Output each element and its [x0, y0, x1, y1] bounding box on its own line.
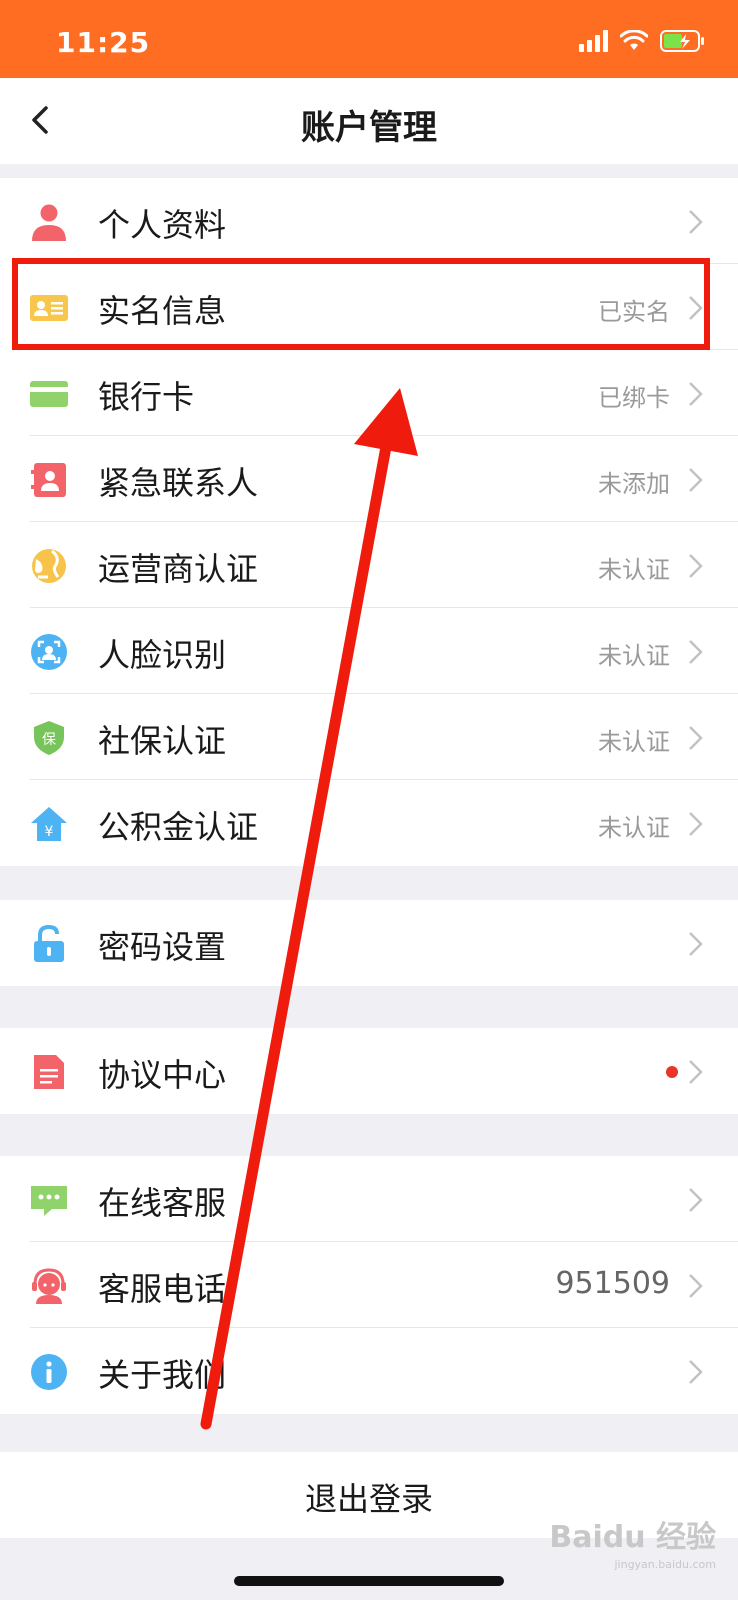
menu-item-label: 在线客服 [98, 1184, 227, 1222]
status-value: 未添加 [598, 470, 670, 498]
menu-item-face-recognition[interactable]: 人脸识别 未认证 [0, 608, 738, 694]
phone-number: 951509 [555, 1266, 670, 1301]
status-icons [579, 30, 706, 52]
status-bar: 11:25 [0, 0, 738, 78]
password-group: 密码设置 [0, 900, 738, 986]
chevron-right-icon [689, 726, 703, 750]
baidu-watermark: Baidu 经验 jingyan.baidu.com [549, 1520, 716, 1571]
status-value: 已绑卡 [598, 384, 670, 412]
menu-item-service-phone[interactable]: 客服电话 951509 [0, 1242, 738, 1328]
face-scan-icon [31, 634, 67, 670]
menu-item-label: 银行卡 [98, 378, 195, 416]
status-value: 未认证 [598, 556, 670, 584]
house-yuan-icon: ¥ [31, 807, 67, 841]
menu-item-label: 公积金认证 [98, 808, 259, 846]
chevron-right-icon [689, 468, 703, 492]
menu-item-label: 社保认证 [98, 722, 227, 760]
headset-icon [32, 1268, 66, 1304]
menu-item-agreement-center[interactable]: 协议中心 [0, 1028, 738, 1114]
support-group: 在线客服 客服电话 951509 关于我们 [0, 1156, 738, 1414]
menu-item-real-name-info[interactable]: 实名信息 已实名 [0, 264, 738, 350]
wifi-icon [620, 30, 648, 50]
home-indicator [234, 1576, 504, 1586]
menu-item-social-security[interactable]: 保 社保认证 未认证 [0, 694, 738, 780]
notification-dot [666, 1066, 678, 1078]
info-icon [31, 1354, 67, 1390]
menu-item-password-settings[interactable]: 密码设置 [0, 900, 738, 986]
id-card-icon [30, 295, 68, 321]
cellular-signal-icon [579, 30, 608, 52]
chevron-right-icon [689, 1274, 703, 1298]
person-icon [32, 204, 66, 241]
chevron-right-icon [689, 812, 703, 836]
chevron-right-icon [689, 932, 703, 956]
svg-text:¥: ¥ [45, 824, 54, 840]
globe-icon [32, 549, 66, 583]
navigation-bar: 账户管理 [0, 78, 738, 164]
menu-item-emergency-contact[interactable]: 紧急联系人 未添加 [0, 436, 738, 522]
menu-item-label: 客服电话 [98, 1270, 227, 1308]
menu-item-profile[interactable]: 个人资料 [0, 178, 738, 264]
status-value: 未认证 [598, 642, 670, 670]
account-group: 个人资料 实名信息 已实名 银行卡 已绑卡 紧急联系人 未添加 运营商认证 未认… [0, 178, 738, 866]
chevron-right-icon [689, 554, 703, 578]
status-value: 已实名 [598, 298, 670, 326]
chevron-right-icon [689, 210, 703, 234]
battery-icon [660, 30, 704, 52]
status-value: 未认证 [598, 814, 670, 842]
menu-item-label: 运营商认证 [98, 550, 259, 588]
document-icon [34, 1055, 64, 1089]
menu-item-about-us[interactable]: 关于我们 [0, 1328, 738, 1414]
menu-item-label: 人脸识别 [98, 636, 227, 674]
menu-item-label: 协议中心 [98, 1056, 227, 1094]
chevron-right-icon [689, 296, 703, 320]
menu-item-online-service[interactable]: 在线客服 [0, 1156, 738, 1242]
menu-item-housing-fund[interactable]: ¥ 公积金认证 未认证 [0, 780, 738, 866]
chevron-right-icon [689, 1360, 703, 1384]
status-value: 未认证 [598, 728, 670, 756]
chevron-right-icon [689, 1188, 703, 1212]
lock-icon [34, 925, 64, 962]
menu-item-bank-card[interactable]: 银行卡 已绑卡 [0, 350, 738, 436]
bank-card-icon [30, 381, 68, 407]
menu-item-label: 实名信息 [98, 292, 227, 330]
contact-book-icon [31, 463, 66, 497]
menu-item-label: 紧急联系人 [98, 464, 259, 502]
chevron-right-icon [689, 382, 703, 406]
menu-item-label: 个人资料 [98, 206, 227, 244]
agreement-group: 协议中心 [0, 1028, 738, 1114]
menu-item-label: 关于我们 [98, 1356, 227, 1394]
chat-icon [31, 1186, 67, 1216]
shield-icon: 保 [34, 721, 64, 755]
menu-item-label: 密码设置 [98, 928, 227, 966]
status-time: 11:25 [56, 26, 151, 59]
svg-text:保: 保 [42, 732, 56, 748]
page-title: 账户管理 [301, 108, 437, 148]
logout-label: 退出登录 [304, 1480, 433, 1518]
menu-item-carrier-verification[interactable]: 运营商认证 未认证 [0, 522, 738, 608]
chevron-right-icon [689, 1060, 703, 1084]
chevron-right-icon [689, 640, 703, 664]
